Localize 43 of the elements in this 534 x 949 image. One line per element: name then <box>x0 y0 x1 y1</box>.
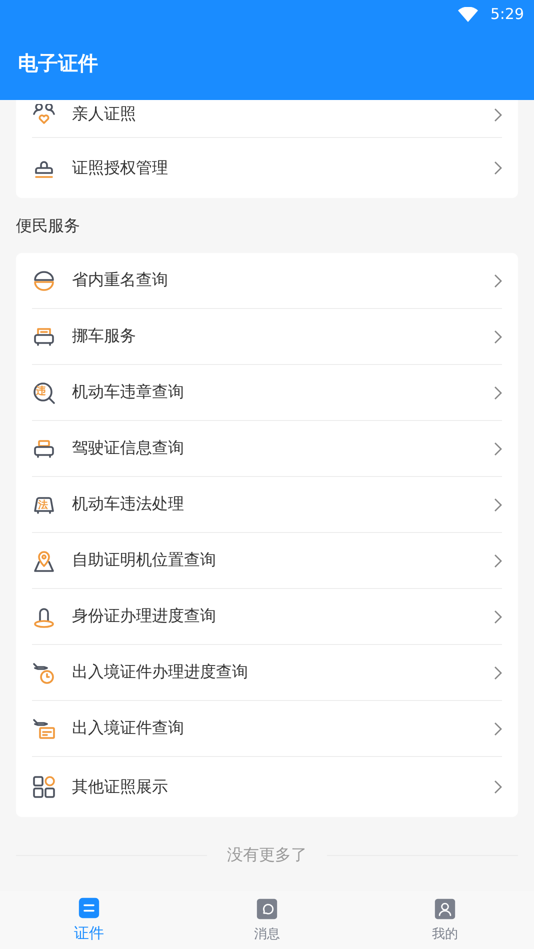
service-item[interactable]: 出入境证件办理进度查询 <box>32 645 502 701</box>
nav-tab[interactable]: 我的 <box>356 891 534 949</box>
app-title: 电子证件 <box>17 50 99 77</box>
map-pin-icon <box>32 548 56 572</box>
service-item[interactable]: 违 机动车违章查询 <box>32 365 502 421</box>
service-item[interactable]: 挪车服务 <box>32 309 502 365</box>
chevron-right-icon <box>494 442 502 456</box>
service-item[interactable]: 法 机动车违法处理 <box>32 477 502 533</box>
end-of-list-text: 没有更多了 <box>227 845 307 866</box>
chevron-right-icon <box>494 498 502 512</box>
status-time: 5:29 <box>490 5 524 23</box>
service-item[interactable]: 身份证办理进度查询 <box>32 589 502 645</box>
service-item[interactable]: 省内重名查询 <box>32 253 502 309</box>
chevron-right-icon <box>494 386 502 400</box>
chevron-right-icon <box>494 161 502 175</box>
chevron-right-icon <box>494 108 502 122</box>
chevron-right-icon <box>494 274 502 288</box>
document-icon <box>78 897 100 919</box>
chevron-right-icon <box>494 330 502 344</box>
chevron-right-icon <box>494 610 502 624</box>
grid-icon <box>32 775 56 799</box>
service-item[interactable]: 证照授权管理 <box>32 138 502 198</box>
chat-icon <box>256 898 278 920</box>
chevron-right-icon <box>494 780 502 794</box>
service-item[interactable]: 出入境证件查询 <box>32 701 502 757</box>
service-item[interactable]: 自助证明机位置查询 <box>32 533 502 589</box>
icon-label: 法 <box>38 498 48 512</box>
nav-tab[interactable]: 消息 <box>178 891 356 949</box>
wifi-icon <box>458 6 478 22</box>
people-heart-icon <box>32 104 56 126</box>
plane-clock-icon <box>32 660 56 684</box>
service-item[interactable]: 亲人证照 <box>32 100 502 138</box>
plane-card-icon <box>32 716 56 740</box>
section-heading: 便民服务 <box>15 215 81 237</box>
chevron-right-icon <box>494 554 502 568</box>
person-icon <box>434 898 456 920</box>
magnifier-icon <box>32 380 56 404</box>
chevron-right-icon <box>494 722 502 736</box>
service-item[interactable]: 其他证照展示 <box>32 757 502 817</box>
service-item[interactable]: 驾驶证信息查询 <box>32 421 502 477</box>
icon-label: 违 <box>36 384 46 398</box>
chevron-right-icon <box>494 666 502 680</box>
dome-icon <box>32 268 56 292</box>
